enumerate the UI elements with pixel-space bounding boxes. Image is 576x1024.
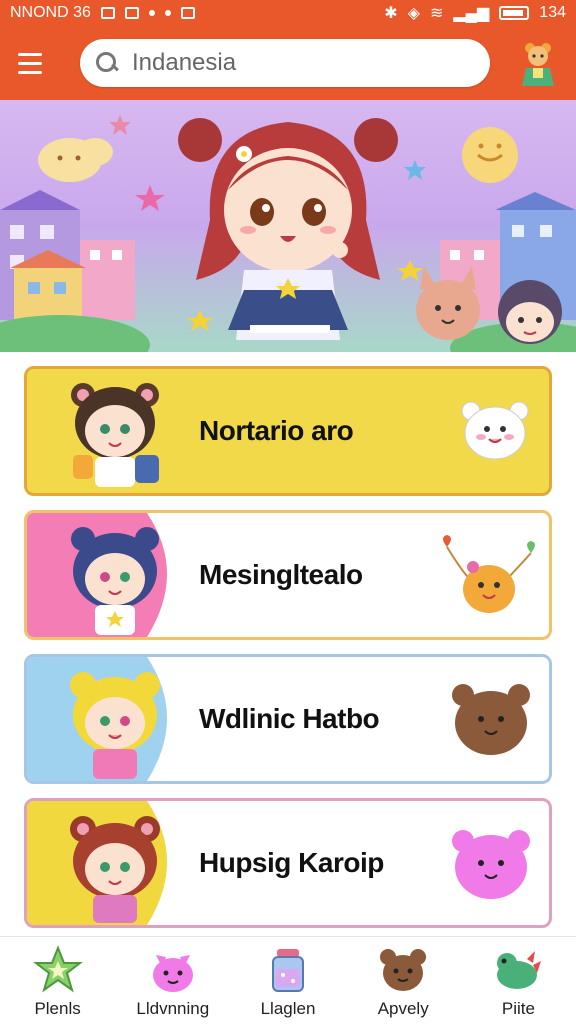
status-bar: NNOND 36 ✱ ◈ ≋ ▂▄▆ 134	[0, 0, 576, 26]
search-input[interactable]	[132, 49, 462, 77]
status-left: NNOND 36	[10, 4, 195, 22]
menu-line	[18, 52, 42, 56]
nav-item-lldvnning[interactable]: Lldvnning	[115, 937, 230, 1024]
app-icon	[180, 7, 195, 19]
nav-item-plenls[interactable]: Plenls	[0, 937, 115, 1024]
bear-girl-illustration	[71, 383, 159, 487]
bluetooth-icon: ✱	[384, 5, 398, 22]
nav-label: Plenls	[34, 999, 81, 1018]
category-card-label: Nortario aro	[199, 415, 354, 446]
nav-label: Apvely	[377, 999, 429, 1018]
bear-mascot-icon	[452, 684, 530, 755]
bottom-nav: Plenls Lldvnning Llaglen Apvely Piite	[0, 936, 576, 1024]
search-icon	[96, 52, 118, 74]
search-box[interactable]	[80, 39, 490, 87]
category-list: Nortario aro Mesingltealo Wdlinic Hatbo …	[24, 366, 554, 942]
pink-mascot-icon	[452, 830, 530, 899]
nav-item-llaglen[interactable]: Llaglen	[230, 937, 345, 1024]
girl-character-illustration	[498, 280, 562, 344]
category-card-4[interactable]: Hupsig Karoip	[24, 798, 552, 928]
nav-item-apvely[interactable]: Apvely	[346, 937, 461, 1024]
status-right-text: 134	[539, 4, 566, 21]
menu-button[interactable]	[18, 46, 52, 80]
nfc-icon: ◈	[407, 5, 420, 22]
ghost-mascot-icon	[461, 401, 529, 460]
main-character-illustration	[178, 118, 398, 340]
profile-avatar-icon[interactable]	[518, 38, 558, 88]
nav-label: Lldvnning	[136, 999, 210, 1018]
status-right: ✱ ◈ ≋ ▂▄▆ 134	[384, 3, 566, 23]
pink-cat-icon	[152, 955, 193, 992]
status-left-text: NNOND 36	[10, 4, 91, 21]
category-card-1[interactable]: Nortario aro	[24, 366, 552, 496]
hero-banner[interactable]	[0, 100, 576, 352]
wifi-icon: ≋	[429, 5, 444, 22]
sun-icon	[462, 127, 518, 183]
red-hair-girl-illustration	[70, 816, 160, 923]
menu-line	[18, 70, 42, 74]
chat-icon	[148, 10, 155, 16]
category-card-label: Wdlinic Hatbo	[199, 703, 380, 734]
battery-icon	[499, 6, 530, 20]
app-bar	[0, 26, 576, 100]
notification-icon	[100, 7, 115, 19]
bear-icon	[380, 949, 427, 991]
star-icon	[32, 945, 83, 993]
mail-icon	[124, 7, 139, 19]
category-card-label: Hupsig Karoip	[199, 847, 384, 878]
blonde-girl-illustration	[70, 672, 160, 779]
dot-icon	[164, 10, 171, 16]
nav-item-piite[interactable]: Piite	[461, 937, 576, 1024]
balloon-mascot-icon	[443, 535, 535, 613]
jar-icon	[272, 949, 304, 992]
dino-icon	[497, 951, 542, 989]
banner-illustration	[0, 115, 576, 352]
category-card-2[interactable]: Mesingltealo	[24, 510, 552, 640]
menu-line	[18, 61, 42, 65]
category-card-3[interactable]: Wdlinic Hatbo	[24, 654, 552, 784]
signal-icon: ▂▄▆	[453, 5, 490, 22]
blue-hair-girl-illustration	[71, 527, 159, 635]
nav-label: Llaglen	[260, 999, 316, 1018]
category-card-label: Mesingltealo	[199, 559, 363, 590]
nav-label: Piite	[501, 999, 535, 1018]
